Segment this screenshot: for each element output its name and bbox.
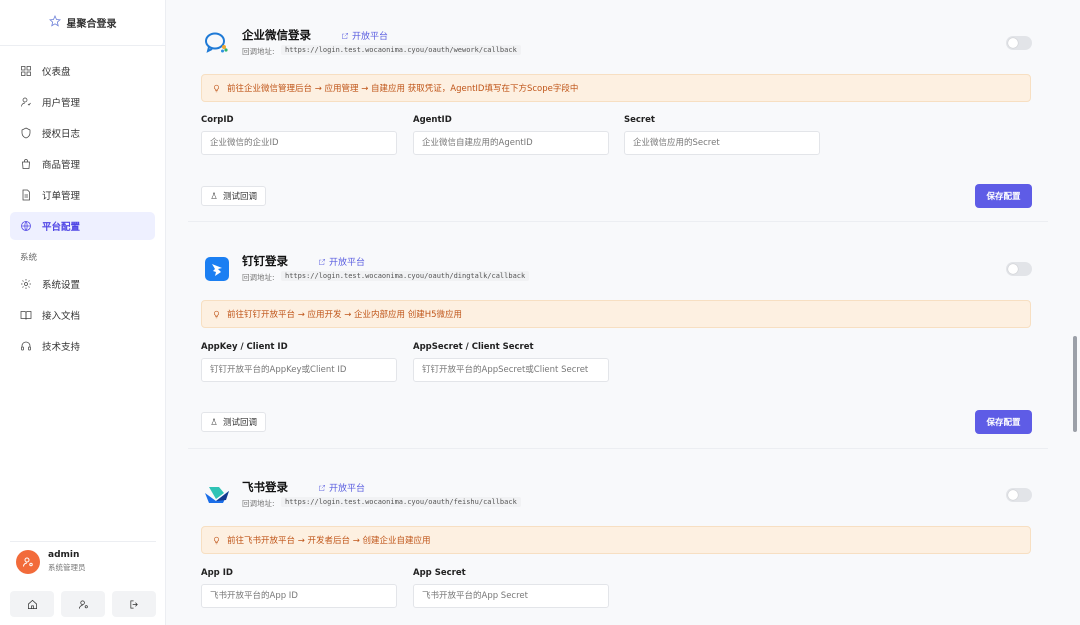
globe-icon (21, 221, 31, 231)
dingtalk-callback-url: https://login.test.wocaonima.cyou/oauth/… (281, 271, 530, 281)
corpid-input[interactable] (201, 131, 397, 155)
dingtalk-logo-icon (202, 254, 232, 284)
user-role: 系统管理员 (48, 563, 86, 572)
user-avatar-icon (23, 557, 33, 567)
sidebar-item-support[interactable]: 技术支持 (10, 332, 155, 360)
user-icon (21, 97, 31, 107)
sidebar-item-label: 授权日志 (42, 129, 81, 140)
scrollbar[interactable] (1073, 336, 1077, 432)
feishu-open-platform-link[interactable]: 开放平台 (318, 481, 365, 494)
sidebar-item-platform-config[interactable]: 平台配置 (10, 212, 155, 240)
dingtalk-enable-toggle[interactable] (1006, 262, 1032, 276)
wework-enable-toggle[interactable] (1006, 36, 1032, 50)
home-button[interactable] (10, 591, 54, 617)
main-nav: 仪表盘 用户管理 授权日志 商品管理 订单管理 平台配置 系统 系统设置 接入文… (0, 46, 165, 371)
feishu-hint: 前往飞书开放平台 → 开发者后台 → 创建企业自建应用 (201, 526, 1031, 554)
gear-icon (21, 279, 31, 289)
lightbulb-icon (214, 310, 219, 318)
lightbulb-icon (214, 536, 219, 544)
shield-icon (21, 127, 31, 139)
wework-hint: 前往企业微信管理后台 → 应用管理 → 自建应用 获取凭证，AgentID填写在… (201, 74, 1031, 102)
brand-title: 星聚合登录 (66, 19, 117, 30)
dingtalk-title: 钉钉登录 (242, 254, 288, 268)
agentid-input[interactable] (413, 131, 609, 155)
wework-section: 企业微信登录 开放平台 回调地址: https://login.test.woc… (188, 26, 1048, 222)
external-link-icon (319, 484, 325, 491)
lightbulb-icon (214, 84, 219, 92)
dingtalk-hint: 前往钉钉开放平台 → 应用开发 → 企业内部应用 创建H5微应用 (201, 300, 1031, 328)
main-content: 企业微信登录 开放平台 回调地址: https://login.test.woc… (166, 0, 1080, 625)
flask-icon (211, 418, 217, 425)
sidebar-item-label: 平台配置 (42, 222, 81, 233)
sidebar-item-auth-logs[interactable]: 授权日志 (10, 119, 155, 147)
flask-icon (211, 192, 217, 199)
feishu-callback-url: https://login.test.wocaonima.cyou/oauth/… (281, 497, 521, 507)
user-gear-icon (78, 599, 88, 609)
star-logo-icon (48, 14, 61, 30)
dingtalk-section: 钉钉登录 开放平台 回调地址: https://login.test.wocao… (188, 252, 1048, 449)
dashboard-icon (21, 66, 31, 76)
sidebar-item-users[interactable]: 用户管理 (10, 88, 155, 116)
home-icon (27, 599, 37, 609)
callback-label: 回调地址: (242, 47, 275, 56)
secret-input[interactable] (624, 131, 820, 155)
sidebar-item-label: 技术支持 (42, 342, 81, 353)
dingtalk-open-platform-link[interactable]: 开放平台 (318, 255, 365, 268)
sidebar-item-products[interactable]: 商品管理 (10, 150, 155, 178)
sidebar-item-label: 订单管理 (42, 191, 81, 202)
wework-save-button[interactable]: 保存配置 (975, 184, 1032, 208)
brand: 星聚合登录 (0, 0, 165, 46)
wework-title: 企业微信登录 (242, 28, 311, 42)
logout-button[interactable] (112, 591, 156, 617)
sidebar-item-label: 用户管理 (42, 98, 81, 109)
profile-button[interactable] (61, 591, 105, 617)
feishu-title: 飞书登录 (242, 480, 288, 494)
sidebar-item-orders[interactable]: 订单管理 (10, 181, 155, 209)
sidebar-item-label: 商品管理 (42, 160, 81, 171)
dingtalk-save-button[interactable]: 保存配置 (975, 410, 1032, 434)
wework-open-platform-link[interactable]: 开放平台 (341, 29, 388, 42)
sidebar-item-label: 仪表盘 (42, 67, 71, 78)
corpid-field: CorpID (201, 115, 397, 155)
feishu-enable-toggle[interactable] (1006, 488, 1032, 502)
logout-icon (129, 599, 138, 609)
callback-label: 回调地址: (242, 273, 275, 282)
app-id-input[interactable] (201, 584, 397, 608)
dingtalk-test-callback-button[interactable]: 测试回调 (201, 412, 267, 432)
headset-icon (21, 341, 31, 351)
sidebar-item-label: 接入文档 (42, 311, 81, 322)
appkey-input[interactable] (201, 358, 397, 382)
external-link-icon (319, 258, 325, 265)
feishu-section: 飞书登录 开放平台 回调地址: https://login.test.wocao… (188, 478, 1048, 625)
sidebar-item-dashboard[interactable]: 仪表盘 (10, 57, 155, 85)
wework-logo-icon (202, 28, 232, 58)
external-link-icon (342, 32, 348, 39)
user-name: admin (48, 550, 80, 560)
wework-callback-url: https://login.test.wocaonima.cyou/oauth/… (281, 45, 521, 55)
avatar (16, 549, 40, 574)
bottom-actions (10, 591, 156, 617)
book-icon (20, 311, 32, 320)
bag-icon (22, 159, 30, 169)
sidebar-item-settings[interactable]: 系统设置 (10, 270, 155, 298)
app-secret-field: App Secret (413, 568, 609, 608)
app-id-field: App ID (201, 568, 397, 608)
callback-label: 回调地址: (242, 499, 275, 508)
app-secret-input[interactable] (413, 584, 609, 608)
sidebar-item-label: 系统设置 (42, 280, 81, 291)
wework-test-callback-button[interactable]: 测试回调 (201, 186, 267, 206)
appsecret-input[interactable] (413, 358, 609, 382)
document-icon (22, 189, 30, 201)
secret-field: Secret (624, 115, 820, 155)
feishu-logo-icon (202, 480, 232, 510)
sidebar-item-docs[interactable]: 接入文档 (10, 301, 155, 329)
sidebar-section-system: 系统 (20, 253, 38, 263)
user-profile[interactable]: admin 系统管理员 (10, 541, 156, 581)
appkey-field: AppKey / Client ID (201, 342, 397, 382)
sidebar: 星聚合登录 仪表盘 用户管理 授权日志 商品管理 订单管理 平台配置 系统 系统… (0, 0, 166, 625)
agentid-field: AgentID (413, 115, 609, 155)
appsecret-field: AppSecret / Client Secret (413, 342, 609, 382)
